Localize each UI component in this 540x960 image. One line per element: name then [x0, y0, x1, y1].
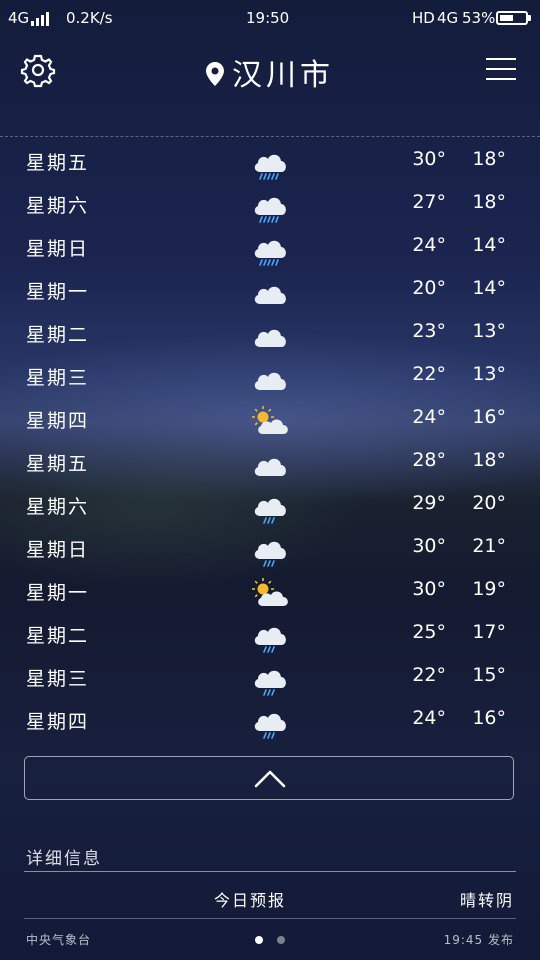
header: 汉川市 [0, 40, 540, 100]
forecast-row[interactable]: 星期一 20° 14° [0, 269, 540, 312]
details-title: 详细信息 [26, 849, 102, 869]
rain-heavy-icon [250, 144, 290, 180]
rain-light-icon [250, 660, 290, 696]
city-name: 汉川市 [232, 58, 334, 93]
today-forecast-value: 晴转阴 [459, 891, 514, 910]
location-pin-icon [206, 59, 224, 94]
forecast-day: 星期日 [26, 539, 90, 561]
rain-light-icon [250, 617, 290, 653]
rain-light-icon [250, 531, 290, 567]
cloud-icon [250, 359, 290, 395]
forecast-low: 18° [472, 191, 506, 213]
forecast-high: 29° [412, 492, 446, 514]
forecast-low: 20° [472, 492, 506, 514]
scrolled-chart-remnant [0, 97, 540, 111]
forecast-row[interactable]: 星期四 24° 16° [0, 398, 540, 441]
forecast-high: 24° [412, 707, 446, 729]
forecast-day: 星期四 [26, 410, 90, 432]
forecast-row[interactable]: 星期五 30° 18° [0, 140, 540, 183]
rain-heavy-icon [250, 187, 290, 223]
hamburger-menu-icon[interactable] [486, 56, 516, 82]
page-indicator-inactive[interactable] [277, 936, 285, 944]
clock: 19:50 [246, 9, 290, 27]
cloud-icon [250, 273, 290, 309]
city-title[interactable]: 汉川市 [0, 50, 540, 94]
forecast-day: 星期五 [26, 453, 90, 475]
forecast-low: 17° [472, 621, 506, 643]
signal-icon [31, 12, 55, 26]
forecast-day: 星期二 [26, 324, 90, 346]
partly-sunny-icon [250, 402, 290, 438]
hd-indicator: HD [412, 9, 435, 27]
forecast-high: 24° [412, 234, 446, 256]
forecast-low: 16° [472, 707, 506, 729]
forecast-row[interactable]: 星期日 30° 21° [0, 527, 540, 570]
forecast-low: 13° [472, 320, 506, 342]
forecast-low: 14° [472, 234, 506, 256]
forecast-day: 星期四 [26, 711, 90, 733]
forecast-high: 30° [412, 535, 446, 557]
forecast-low: 18° [472, 148, 506, 170]
divider [24, 918, 516, 919]
forecast-high: 30° [412, 148, 446, 170]
cloud-icon [250, 316, 290, 352]
data-source: 中央气象台 [26, 933, 92, 947]
forecast-day: 星期三 [26, 367, 90, 389]
today-forecast-label: 今日预报 [214, 891, 287, 910]
forecast-high: 25° [412, 621, 446, 643]
battery-percent: 53% [462, 9, 496, 27]
divider [24, 871, 516, 872]
forecast-day: 星期一 [26, 281, 90, 303]
forecast-low: 18° [472, 449, 506, 471]
divider-dashed [0, 136, 540, 137]
collapse-button[interactable] [24, 756, 514, 800]
forecast-row[interactable]: 星期三 22° 13° [0, 355, 540, 398]
rain-light-icon [250, 488, 290, 524]
forecast-low: 21° [472, 535, 506, 557]
page-indicator-active[interactable] [255, 936, 263, 944]
rain-light-icon [250, 703, 290, 739]
forecast-row[interactable]: 星期五 28° 18° [0, 441, 540, 484]
forecast-row[interactable]: 星期二 23° 13° [0, 312, 540, 355]
forecast-row[interactable]: 星期三 22° 15° [0, 656, 540, 699]
chevron-up-icon [254, 770, 286, 788]
forecast-low: 13° [472, 363, 506, 385]
forecast-day: 星期六 [26, 496, 90, 518]
forecast-day: 星期五 [26, 152, 90, 174]
cloud-icon [250, 445, 290, 481]
battery-icon [496, 11, 528, 25]
forecast-day: 星期二 [26, 625, 90, 647]
forecast-high: 20° [412, 277, 446, 299]
network-type-2: 4G [437, 9, 459, 27]
forecast-high: 22° [412, 664, 446, 686]
publish-time: 19:45 发布 [443, 933, 514, 947]
forecast-low: 14° [472, 277, 506, 299]
partly-sunny-icon [250, 574, 290, 610]
forecast-low: 15° [472, 664, 506, 686]
forecast-low: 16° [472, 406, 506, 428]
forecast-high: 28° [412, 449, 446, 471]
forecast-day: 星期一 [26, 582, 90, 604]
forecast-high: 23° [412, 320, 446, 342]
forecast-high: 30° [412, 578, 446, 600]
network-type: 4G [8, 9, 30, 27]
forecast-row[interactable]: 星期一 30° 19° [0, 570, 540, 613]
forecast-day: 星期三 [26, 668, 90, 690]
forecast-day: 星期六 [26, 195, 90, 217]
forecast-day: 星期日 [26, 238, 90, 260]
forecast-row[interactable]: 星期日 24° 14° [0, 226, 540, 269]
status-bar: 4G 0.2K/s 19:50 HD 4G 53% [0, 0, 540, 36]
network-speed: 0.2K/s [66, 9, 113, 27]
forecast-row[interactable]: 星期二 25° 17° [0, 613, 540, 656]
forecast-row[interactable]: 星期六 29° 20° [0, 484, 540, 527]
forecast-high: 24° [412, 406, 446, 428]
forecast-row[interactable]: 星期四 24° 16° [0, 699, 540, 742]
forecast-row[interactable]: 星期六 27° 18° [0, 183, 540, 226]
forecast-low: 19° [472, 578, 506, 600]
forecast-high: 27° [412, 191, 446, 213]
forecast-high: 22° [412, 363, 446, 385]
rain-heavy-icon [250, 230, 290, 266]
